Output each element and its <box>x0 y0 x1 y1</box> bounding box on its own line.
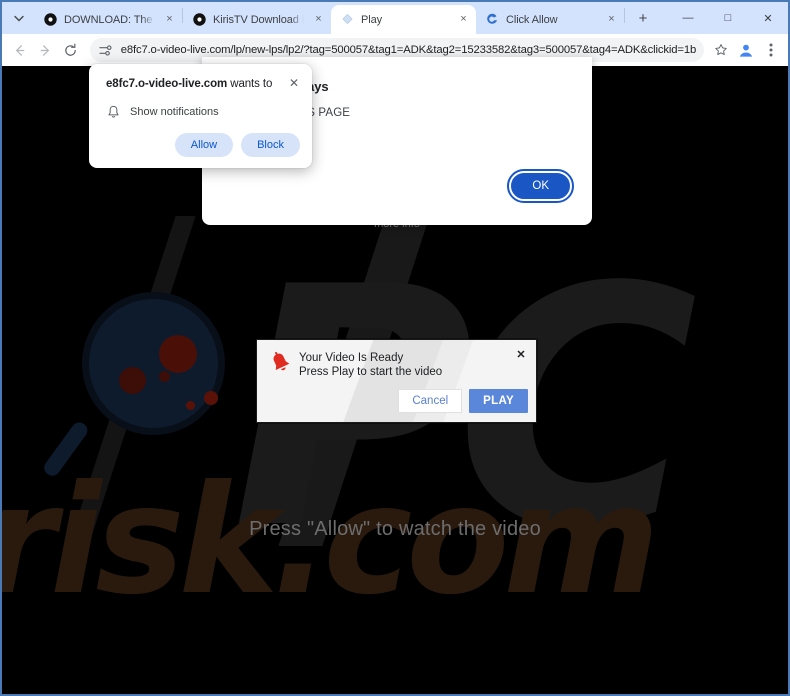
tune-settings-icon[interactable] <box>99 43 113 57</box>
browser-tab-2-title: KirisTV Download Page — <box>213 13 304 26</box>
address-bar-url: e8fc7.o-video-live.com/lp/new-lps/lp2/?t… <box>120 44 696 56</box>
window-maximize-button[interactable]: □ <box>708 2 748 34</box>
notification-permission-title: e8fc7.o-video-live.com wants to <box>106 78 298 90</box>
blue-swirl-icon <box>486 13 499 26</box>
dark-disc-icon <box>193 13 206 26</box>
browser-tab-4[interactable]: Click Allow × <box>476 5 624 34</box>
video-ready-close-button[interactable]: ✕ <box>514 347 528 361</box>
window-close-button[interactable]: ✕ <box>748 2 788 34</box>
browser-tab-1[interactable]: DOWNLOAD: The Lord of t × <box>34 5 182 34</box>
notification-permission-title-suffix: wants to <box>227 78 273 90</box>
arrow-right-icon <box>40 44 49 56</box>
profile-avatar-icon <box>736 40 756 60</box>
tab-divider <box>624 8 625 23</box>
allow-button[interactable]: Allow <box>174 133 234 157</box>
bookmark-star-button[interactable] <box>710 43 732 57</box>
video-ready-subtitle: Press Play to start the video <box>299 366 443 379</box>
browser-tab-3-close[interactable]: × <box>455 11 472 28</box>
star-outline-icon <box>715 44 727 56</box>
notification-permission-close-button[interactable]: ✕ <box>286 75 302 91</box>
video-ready-actions: Cancel PLAY <box>398 389 528 413</box>
video-ready-text: Your Video Is Ready Press Play to start … <box>299 350 442 380</box>
cancel-button[interactable]: Cancel <box>398 389 463 413</box>
germ-dot <box>204 391 218 405</box>
three-dot-menu-icon <box>769 43 773 57</box>
browser-tab-4-title: Click Allow <box>506 13 558 26</box>
video-ready-notification: Your Video Is Ready Press Play to start … <box>256 339 537 423</box>
risk-watermark: risk.com <box>2 454 660 628</box>
browser-tab-2[interactable]: KirisTV Download Page — × <box>183 5 331 34</box>
javascript-alert-ok-button[interactable]: OK <box>507 169 574 203</box>
browser-tab-1-close[interactable]: × <box>161 11 178 28</box>
browser-tab-3[interactable]: Play × <box>331 5 476 34</box>
window-controls: — □ ✕ <box>668 2 788 34</box>
browser-tab-2-close[interactable]: × <box>310 11 327 28</box>
tab-strip: DOWNLOAD: The Lord of t × KirisTV Downlo… <box>2 2 788 34</box>
notification-permission-label: Show notifications <box>130 106 219 118</box>
profile-avatar[interactable] <box>734 38 758 62</box>
notification-permission-row: Show notifications <box>106 105 298 119</box>
notification-permission-actions: Allow Block <box>174 133 300 157</box>
notification-permission-dialog: e8fc7.o-video-live.com wants to ✕ Show n… <box>89 64 312 168</box>
three-dot-menu-button[interactable] <box>760 37 782 63</box>
new-tab-button[interactable]: + <box>630 5 656 31</box>
bell-outline-icon <box>106 105 120 119</box>
video-ready-title: Your Video Is Ready <box>299 352 404 364</box>
dark-disc-icon <box>44 13 57 26</box>
back-button[interactable] <box>8 37 32 63</box>
magnifier-handle <box>41 419 91 479</box>
browser-tab-4-close[interactable]: × <box>603 11 620 28</box>
reload-button[interactable] <box>59 37 83 63</box>
germ-dot <box>186 401 195 410</box>
browser-tab-3-title: Play <box>361 13 382 26</box>
video-ready-body: Your Video Is Ready Press Play to start … <box>257 340 536 380</box>
browser-tab-1-title: DOWNLOAD: The Lord of t <box>64 13 155 26</box>
block-button[interactable]: Block <box>241 133 300 157</box>
window-minimize-button[interactable]: — <box>668 2 708 34</box>
chevron-down-icon <box>14 15 24 21</box>
magnifier-germs-icon <box>41 284 239 479</box>
reload-icon <box>65 43 77 56</box>
tab-search-button[interactable] <box>6 5 32 31</box>
browser-window: DOWNLOAD: The Lord of t × KirisTV Downlo… <box>0 0 790 696</box>
red-bell-icon <box>267 350 293 376</box>
arrow-left-icon <box>16 44 25 56</box>
play-button[interactable]: PLAY <box>469 389 528 413</box>
page-call-to-action: Press "Allow" to watch the video <box>249 518 541 540</box>
notification-permission-domain: e8fc7.o-video-live.com <box>106 78 228 90</box>
light-blue-badge-icon <box>341 13 354 26</box>
forward-button[interactable] <box>34 37 58 63</box>
